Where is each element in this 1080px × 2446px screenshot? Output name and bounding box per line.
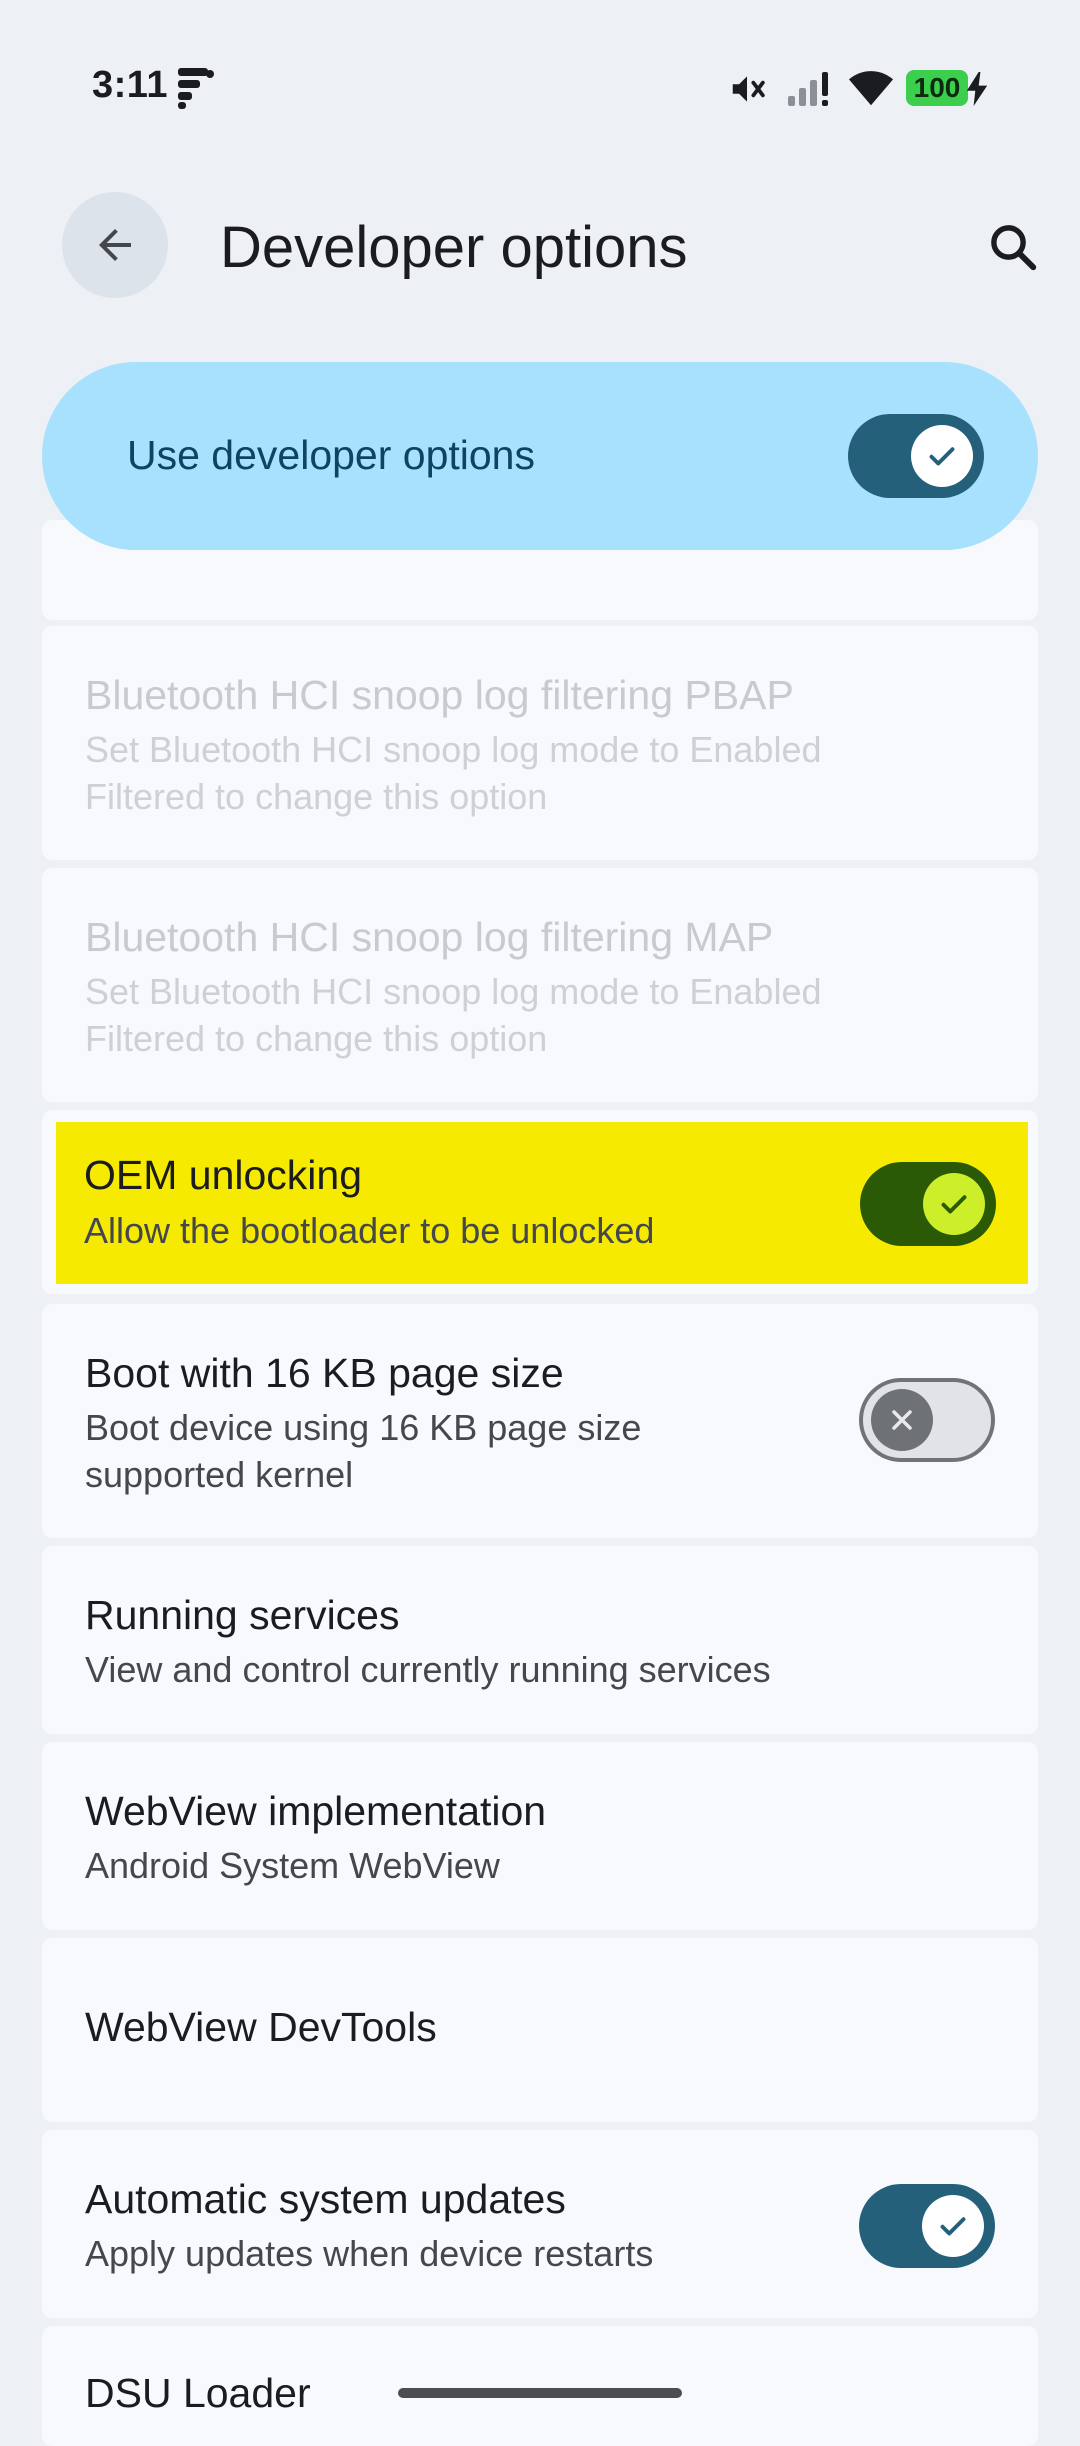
setting-title: Automatic system updates (85, 2176, 566, 2222)
setting-boot-16kb[interactable]: Boot with 16 KB page size Boot device us… (42, 1304, 1038, 1538)
setting-subtitle: Apply updates when device restarts (85, 2233, 654, 2274)
battery-level: 100 (913, 72, 961, 103)
signal-icon (788, 72, 828, 106)
setting-dsu-loader[interactable]: DSU Loader (42, 2326, 1038, 2446)
back-button[interactable] (62, 192, 168, 298)
oem-unlocking-switch[interactable] (860, 1162, 996, 1246)
setting-webview-devtools[interactable]: WebView DevTools (42, 1938, 1038, 2122)
search-button[interactable] (978, 212, 1048, 282)
setting-automatic-system-updates[interactable]: Automatic system updates Apply updates w… (42, 2130, 1038, 2318)
setting-title: OEM unlocking (84, 1152, 363, 1198)
use-developer-options-switch[interactable] (848, 414, 984, 498)
mute-icon (732, 76, 765, 102)
battery-indicator: 100 (906, 70, 968, 106)
setting-title: Bluetooth HCI snoop log filtering PBAP (85, 672, 794, 718)
switch-knob (871, 1389, 933, 1451)
setting-hci-filter-map: Bluetooth HCI snoop log filtering MAP Se… (42, 868, 1038, 1102)
boot-16kb-switch[interactable] (859, 1378, 995, 1462)
setting-running-services[interactable]: Running services View and control curren… (42, 1546, 1038, 1734)
switch-knob (923, 1173, 985, 1235)
switch-knob (911, 425, 973, 487)
status-bar: 3:11 100 (0, 0, 1080, 150)
setting-title: Running services (85, 1592, 400, 1638)
switch-knob (922, 2195, 984, 2257)
setting-subtitle: Set Bluetooth HCI snoop log mode to Enab… (85, 971, 822, 1059)
close-icon (892, 1410, 912, 1430)
status-time: 3:11 (92, 64, 168, 106)
search-icon (991, 225, 1037, 271)
navigation-handle[interactable] (398, 2388, 682, 2398)
check-icon (940, 2217, 966, 2236)
automatic-updates-switch[interactable] (859, 2184, 995, 2268)
setting-subtitle: Boot device using 16 KB page size suppor… (85, 1407, 642, 1495)
setting-title: WebView implementation (85, 1788, 547, 1834)
use-developer-options-label: Use developer options (127, 432, 535, 478)
setting-webview-implementation[interactable]: WebView implementation Android System We… (42, 1742, 1038, 1930)
wifi-icon (848, 71, 894, 106)
setting-title: DSU Loader (85, 2370, 311, 2416)
setting-subtitle: Set Bluetooth HCI snoop log mode to Enab… (85, 729, 822, 817)
setting-subtitle: Android System WebView (85, 1845, 500, 1886)
setting-oem-unlocking[interactable]: OEM unlocking Allow the bootloader to be… (56, 1122, 1028, 1284)
notification-app-icon (178, 68, 214, 109)
arrow-back-icon (99, 229, 131, 261)
setting-title: Boot with 16 KB page size (85, 1350, 564, 1396)
page-title: Developer options (220, 215, 688, 280)
check-icon (941, 1195, 967, 1214)
setting-hci-filter-pbap: Bluetooth HCI snoop log filtering PBAP S… (42, 626, 1038, 860)
charging-bolt-icon (966, 72, 988, 106)
setting-subtitle: Allow the bootloader to be unlocked (84, 1210, 655, 1251)
use-developer-options-row[interactable]: Use developer options (42, 362, 1038, 550)
setting-subtitle: View and control currently running servi… (85, 1649, 771, 1690)
check-icon (929, 447, 955, 466)
setting-title: Bluetooth HCI snoop log filtering MAP (85, 914, 774, 960)
setting-title: WebView DevTools (85, 2004, 437, 2050)
